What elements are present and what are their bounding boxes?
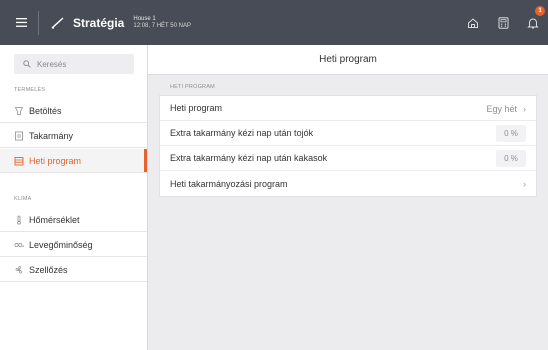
extra-feed-hens-input[interactable]: 0 % — [496, 125, 526, 142]
chevron-right-icon: › — [523, 178, 526, 189]
setting-label: Extra takarmány kézi nap után kakasok — [170, 153, 328, 163]
house-name: House 1 — [133, 15, 156, 22]
menu-button[interactable] — [6, 0, 36, 45]
section-label-production: TERMELÉS — [14, 87, 46, 93]
home-icon — [468, 17, 478, 28]
section-label-weekly-program: HETI PROGRAM — [170, 84, 215, 90]
sidebar-item-heti-program[interactable]: Heti program — [0, 149, 147, 173]
silo-icon — [14, 106, 24, 116]
sidebar-item-label: Szellőzés — [29, 264, 68, 275]
thermometer-icon — [14, 215, 24, 225]
feed-icon — [14, 131, 24, 141]
search-input[interactable]: Keresés — [14, 54, 134, 74]
main-header: Heti program — [148, 45, 548, 75]
calculator-button[interactable] — [488, 0, 518, 45]
setting-label: Heti takarmányozási program — [170, 178, 288, 189]
setting-label: Heti program — [170, 103, 223, 113]
co2-icon — [14, 240, 24, 250]
top-actions: 1 — [458, 0, 548, 45]
sidebar-item-betoltes[interactable]: Betöltés — [0, 99, 147, 123]
setting-row-extra-feed-roosters: Extra takarmány kézi nap után kakasok 0 … — [160, 146, 536, 171]
setting-row-weekly-feeding-program[interactable]: Heti takarmányozási program › — [160, 171, 536, 196]
sidebar: Keresés TERMELÉS Betöltés Takarmány Heti… — [0, 45, 148, 350]
sidebar-item-label: Takarmány — [29, 130, 74, 141]
setting-row-extra-feed-hens: Extra takarmány kézi nap után tojók 0 % — [160, 121, 536, 146]
sidebar-item-szellozes[interactable]: Szellőzés — [0, 258, 147, 282]
sidebar-item-label: Hőmérséklet — [29, 214, 80, 225]
app-brand: Stratégia — [49, 14, 124, 32]
settings-list: Heti program Egy hét › Extra takarmány k… — [159, 95, 537, 197]
app-title: Stratégia — [73, 15, 125, 30]
sidebar-item-levegominoseg[interactable]: Levegőminőség — [0, 233, 147, 257]
chevron-right-icon: › — [523, 103, 526, 114]
page-title: Heti program — [319, 54, 377, 65]
fan-icon — [14, 265, 24, 275]
house-status: 12:08, 7 HÉT 50 NAP — [133, 22, 191, 29]
search-icon — [23, 60, 31, 68]
sidebar-item-label: Betöltés — [29, 105, 62, 116]
search-placeholder: Keresés — [37, 59, 67, 69]
sidebar-item-label: Heti program — [29, 155, 82, 166]
strategy-icon — [49, 14, 67, 32]
home-button[interactable] — [458, 0, 488, 45]
setting-value: Egy hét — [486, 103, 517, 114]
top-bar: Stratégia House 1 12:08, 7 HÉT 50 NAP 1 — [0, 0, 548, 45]
house-info[interactable]: House 1 12:08, 7 HÉT 50 NAP — [133, 16, 191, 30]
notification-badge: 1 — [535, 6, 545, 16]
sidebar-item-homerseklet[interactable]: Hőmérséklet — [0, 208, 147, 232]
bell-icon — [527, 18, 539, 28]
toolbar-divider — [38, 10, 39, 35]
notifications-button[interactable]: 1 — [518, 0, 548, 45]
calendar-icon — [14, 156, 24, 166]
sidebar-item-label: Levegőminőség — [29, 239, 93, 250]
section-label-climate: KLÍMA — [14, 196, 32, 202]
extra-feed-roosters-input[interactable]: 0 % — [496, 150, 526, 167]
setting-label: Extra takarmány kézi nap után tojók — [170, 128, 314, 138]
setting-row-weekly-program[interactable]: Heti program Egy hét › — [160, 96, 536, 121]
sidebar-item-takarmany[interactable]: Takarmány — [0, 124, 147, 148]
hamburger-menu-icon — [15, 18, 27, 27]
calculator-icon — [498, 16, 508, 29]
